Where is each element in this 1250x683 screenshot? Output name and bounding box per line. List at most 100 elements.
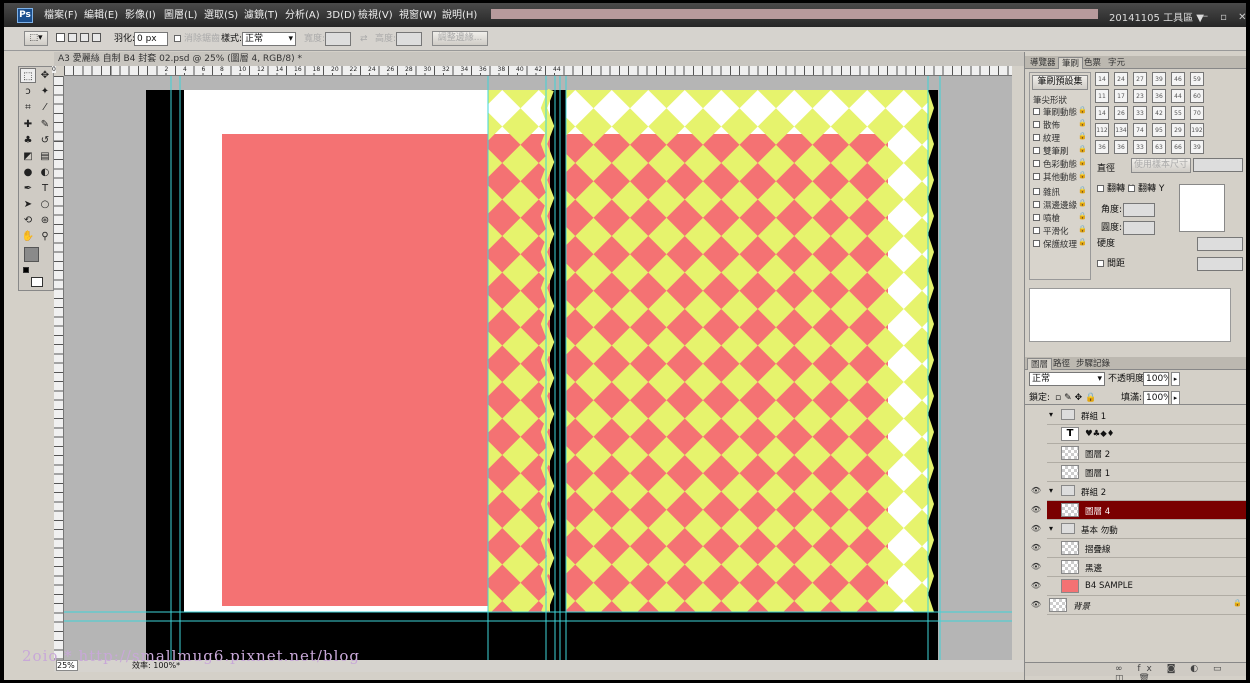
horizontal-ruler[interactable]: 0 2 4 6 8 10 12 14 16 18 20 22 24 26 28 30 32 34 36 38 40 42…: [52, 66, 1012, 76]
visibility-eye-icon[interactable]: 👁: [1030, 542, 1042, 554]
brush-tip-swatch[interactable]: 39: [1190, 140, 1204, 154]
tab-brushes[interactable]: 筆刷: [1058, 57, 1084, 69]
layer-row[interactable]: 圖層 4: [1047, 501, 1246, 520]
brush-tip-swatch[interactable]: 36: [1114, 140, 1128, 154]
crop-tool-icon[interactable]: ⌗: [20, 100, 36, 115]
document-tab[interactable]: A3 愛麗絲 自制 B4 封套 02.psd @ 25% (圖層 4, RGB/…: [54, 52, 1024, 66]
brush-tip-swatch[interactable]: 36: [1152, 89, 1166, 103]
3d-orbit-icon[interactable]: ⊛: [37, 213, 53, 228]
layer-action-icons[interactable]: ∞ fx ◙ ◐ ▭ ◫ 🗑: [1115, 664, 1246, 680]
eraser-icon[interactable]: ◩: [20, 149, 36, 164]
brush-option-label[interactable]: 紋理: [1043, 132, 1060, 144]
spacing-checkbox[interactable]: [1097, 260, 1104, 267]
tab-navigator[interactable]: 導覽器: [1027, 57, 1059, 69]
brush-option-label[interactable]: 雜訊: [1043, 186, 1060, 198]
height-input[interactable]: [396, 32, 422, 46]
brush-option-checkbox[interactable]: [1033, 160, 1040, 167]
opacity-slider-button[interactable]: ▸: [1171, 372, 1180, 386]
brush-tip-swatch[interactable]: 33: [1133, 106, 1147, 120]
pen-tool-icon[interactable]: ✒: [20, 181, 36, 196]
canvas-area[interactable]: [64, 76, 1012, 664]
tab-character[interactable]: 字元: [1105, 57, 1128, 69]
fill-input[interactable]: 100%: [1143, 391, 1169, 405]
menu-window[interactable]: 視窗(W): [399, 9, 437, 23]
menu-image[interactable]: 影像(I): [125, 9, 156, 23]
layer-row[interactable]: 背景 🔒: [1047, 596, 1246, 615]
chevron-down-icon[interactable]: ▾: [1049, 524, 1053, 533]
hardness-input[interactable]: [1197, 237, 1243, 251]
brush-option-checkbox[interactable]: [1033, 147, 1040, 154]
menu-edit[interactable]: 編輯(E): [84, 9, 118, 23]
history-brush-icon[interactable]: ↺: [37, 133, 53, 148]
brush-option-label[interactable]: 色彩動態: [1043, 158, 1077, 170]
brush-tip-swatch[interactable]: 95: [1152, 123, 1166, 137]
brush-tip-swatch[interactable]: 134: [1114, 123, 1128, 137]
brush-tip-swatch[interactable]: 112: [1095, 123, 1109, 137]
visibility-eye-icon[interactable]: 👁: [1030, 599, 1042, 611]
diameter-input[interactable]: [1193, 158, 1243, 172]
brush-tip-swatch[interactable]: 17: [1114, 89, 1128, 103]
hand-tool-icon[interactable]: ✋: [20, 229, 36, 244]
style-select[interactable]: 正常 ▾: [242, 32, 296, 46]
path-select-icon[interactable]: ➤: [20, 197, 36, 212]
gradient-icon[interactable]: ▤: [37, 149, 53, 164]
brush-tool-icon[interactable]: ✎: [37, 117, 53, 132]
brush-tip-swatch[interactable]: 23: [1133, 89, 1147, 103]
workspace-switcher[interactable]: 20141105 工具區 ▼: [1109, 9, 1204, 24]
zoom-tool-icon[interactable]: ⚲: [37, 229, 53, 244]
brush-option-checkbox[interactable]: [1033, 201, 1040, 208]
brush-option-checkbox[interactable]: [1033, 108, 1040, 115]
visibility-eye-icon[interactable]: 👁: [1030, 504, 1042, 516]
refine-edge-button[interactable]: 調整邊緣...: [432, 31, 488, 46]
menu-layer[interactable]: 圖層(L): [164, 9, 197, 23]
swap-icon[interactable]: ⇄: [360, 33, 368, 45]
type-tool-icon[interactable]: T: [37, 181, 53, 196]
brush-tip-swatch[interactable]: 63: [1152, 140, 1166, 154]
brush-tip-swatch[interactable]: 60: [1190, 89, 1204, 103]
menu-view[interactable]: 檢視(V): [358, 9, 393, 23]
window-controls[interactable]: － ▫ ✕: [1199, 8, 1246, 23]
flip-x-checkbox[interactable]: [1097, 185, 1104, 192]
chevron-down-icon[interactable]: ▾: [1049, 410, 1053, 419]
magic-wand-icon[interactable]: ✦: [37, 84, 53, 99]
brush-option-label[interactable]: 雙筆刷: [1043, 145, 1069, 157]
tab-layers[interactable]: 圖層: [1027, 358, 1053, 370]
new-selection-icon[interactable]: [56, 33, 65, 42]
angle-input[interactable]: [1123, 203, 1155, 217]
tab-swatches[interactable]: 色票: [1081, 57, 1104, 69]
brush-tip-swatch[interactable]: 74: [1133, 123, 1147, 137]
brush-option-checkbox[interactable]: [1033, 227, 1040, 234]
layer-row[interactable]: 摺疊線: [1047, 539, 1246, 558]
intersect-selection-icon[interactable]: [92, 33, 101, 42]
layer-row[interactable]: T ♥♣◆♦: [1047, 425, 1246, 444]
tab-history[interactable]: 步驟記錄: [1073, 358, 1113, 370]
brush-tip-swatch[interactable]: 42: [1152, 106, 1166, 120]
menu-file[interactable]: 檔案(F): [44, 9, 78, 23]
vertical-ruler[interactable]: [54, 76, 64, 660]
brush-option-checkbox[interactable]: [1033, 214, 1040, 221]
brush-tip-shape[interactable]: 筆尖形狀: [1033, 94, 1067, 106]
spacing-input[interactable]: [1197, 257, 1243, 271]
clone-stamp-icon[interactable]: ♣: [20, 133, 36, 148]
menu-help[interactable]: 說明(H): [442, 9, 477, 23]
chevron-down-icon[interactable]: ▾: [1049, 486, 1053, 495]
brush-tip-swatch[interactable]: 29: [1171, 123, 1185, 137]
brush-tip-swatch[interactable]: 36: [1095, 140, 1109, 154]
brush-tip-swatch[interactable]: 14: [1095, 106, 1109, 120]
brush-tip-swatch[interactable]: 70: [1190, 106, 1204, 120]
visibility-eye-icon[interactable]: [1030, 447, 1042, 459]
layer-row[interactable]: 圖層 1: [1047, 463, 1246, 482]
layer-group-row[interactable]: ▾ 基本 勿動: [1047, 520, 1246, 539]
brush-option-label[interactable]: 筆刷動態: [1043, 106, 1077, 118]
brush-tip-swatch[interactable]: 66: [1171, 140, 1185, 154]
layer-group-row[interactable]: ▾ 群組 2: [1047, 482, 1246, 501]
menu-filter[interactable]: 濾鏡(T): [244, 9, 278, 23]
lock-icons[interactable]: ▫✎✥🔒: [1055, 392, 1099, 404]
menu-analysis[interactable]: 分析(A): [285, 9, 320, 23]
brush-tip-swatch[interactable]: 59: [1190, 72, 1204, 86]
brush-tip-swatch[interactable]: 33: [1133, 140, 1147, 154]
shape-tool-icon[interactable]: ○: [37, 197, 53, 212]
layer-row[interactable]: 圖層 2: [1047, 444, 1246, 463]
dodge-tool-icon[interactable]: ◐: [37, 165, 53, 180]
brush-presets-button[interactable]: 筆刷預設集: [1032, 75, 1088, 90]
